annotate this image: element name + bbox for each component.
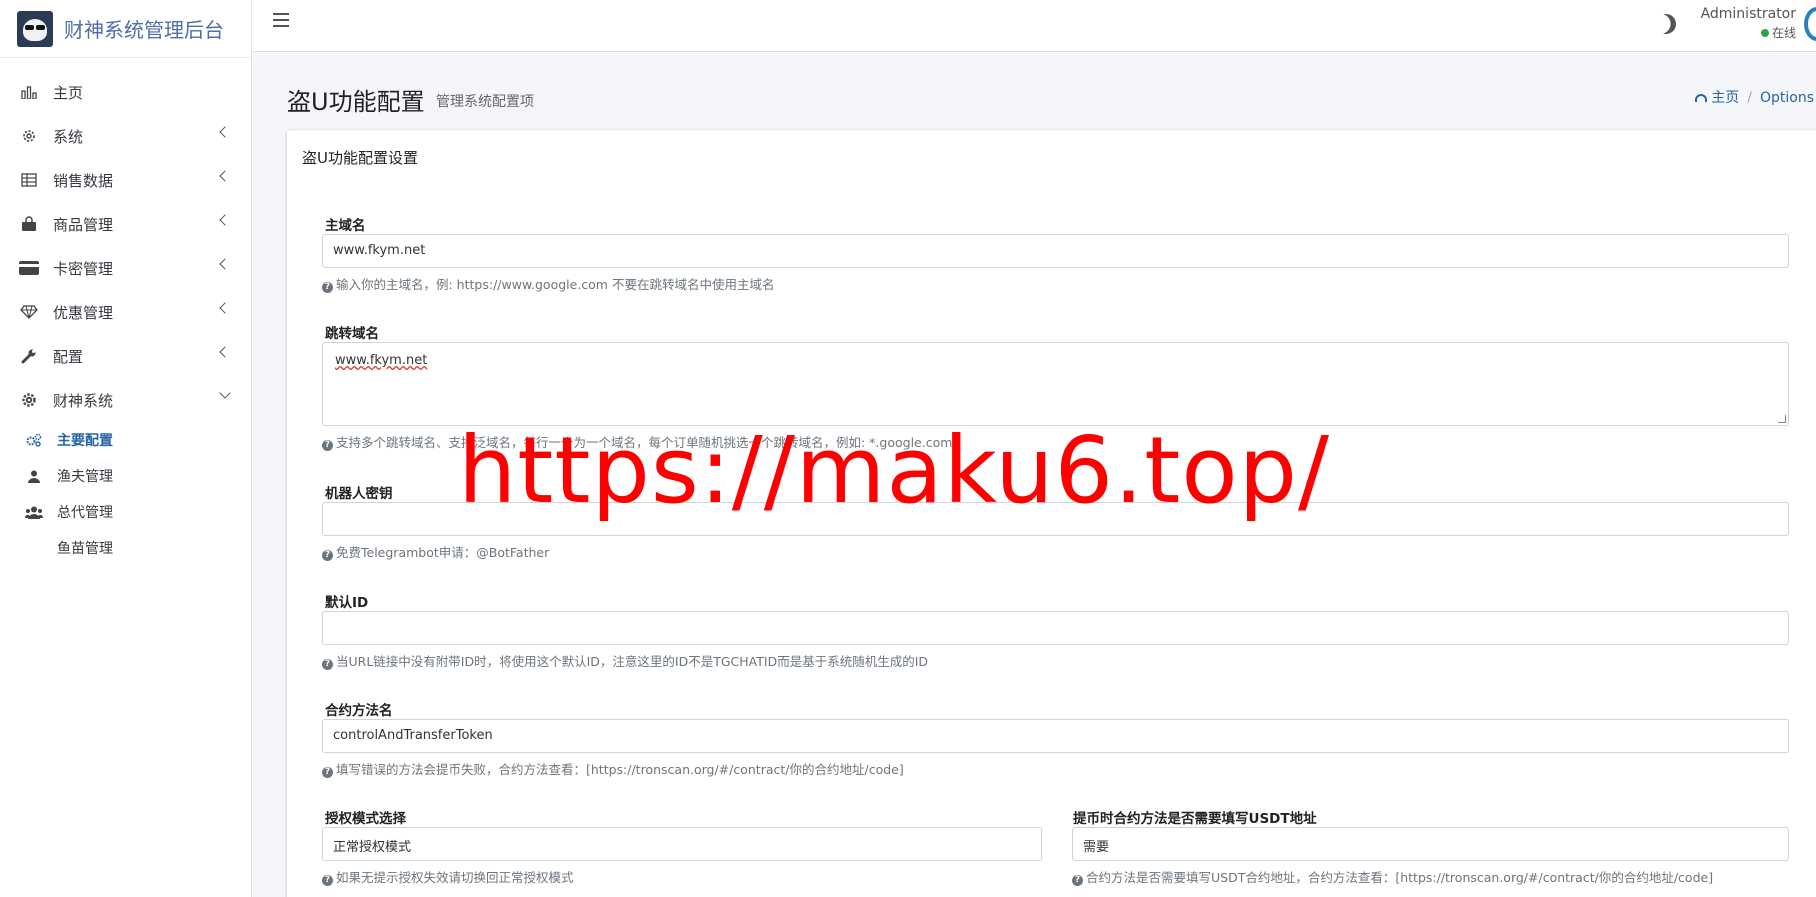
- sidebar-subitem-label: 渔夫管理: [57, 469, 113, 485]
- wrench-icon: [19, 346, 39, 366]
- need-usdt-select[interactable]: 需要: [1072, 827, 1789, 861]
- page-subtitle: 管理系统配置项: [436, 94, 534, 110]
- sidebar-item-label: 商品管理: [53, 215, 114, 234]
- breadcrumb: 主页 / Options: [1695, 87, 1814, 107]
- user-status: 在线: [1701, 24, 1796, 41]
- user-name: Administrator: [1700, 6, 1796, 22]
- dark-mode-toggle-icon[interactable]: [1653, 11, 1679, 37]
- brand-logo: [17, 10, 53, 47]
- jump-domain-label: 跳转域名: [325, 326, 379, 342]
- sidebar-subitem-agents[interactable]: 总代管理: [0, 494, 251, 530]
- main-domain-help: ? 输入你的主域名，例: https://www.google.com 不要在跳转…: [322, 274, 774, 293]
- sidebar-subitem-fry[interactable]: 鱼苗管理: [0, 530, 251, 566]
- breadcrumb-current: Options: [1759, 90, 1814, 106]
- online-dot-icon: [1760, 29, 1769, 37]
- sidebar-item-discounts[interactable]: 优惠管理: [0, 290, 251, 334]
- main-domain-input[interactable]: www.fkym.net: [322, 234, 1789, 268]
- user-panel[interactable]: Administrator 在线: [1701, 6, 1796, 41]
- sidebar-subitem-main-config[interactable]: 主要配置: [0, 422, 251, 458]
- topbar: Administrator 在线: [252, 0, 1816, 52]
- sidebar: 财神系统管理后台 主页 系统 销售数据 商品管理 卡密管理 优惠管理 配置 财神…: [0, 0, 252, 897]
- chevron-left-icon: [219, 258, 231, 270]
- sidebar-subitem-label: 总代管理: [57, 505, 113, 521]
- brand-link[interactable]: 财神系统管理后台: [0, 0, 251, 58]
- sidebar-item-home[interactable]: 主页: [0, 70, 251, 114]
- need-usdt-label: 提币时合约方法是否需要填写USDT地址: [1073, 811, 1317, 827]
- sidebar-item-products[interactable]: 商品管理: [0, 202, 251, 246]
- sidebar-item-sales[interactable]: 销售数据: [0, 158, 251, 202]
- resize-handle[interactable]: [1778, 415, 1786, 423]
- chevron-left-icon: [219, 126, 231, 138]
- sidebar-item-label: 卡密管理: [53, 259, 114, 278]
- sidebar-item-cards[interactable]: 卡密管理: [0, 246, 251, 290]
- chevron-left-icon: [219, 302, 231, 314]
- sidebar-item-label: 财神系统: [53, 391, 114, 410]
- default-id-input[interactable]: [322, 611, 1789, 645]
- cog-icon: [19, 390, 39, 410]
- chevron-left-icon: [219, 214, 231, 226]
- diamond-icon: [19, 302, 39, 322]
- jump-domain-help: ? 支持多个跳转域名、支持泛域名，每行一个为一个域名，每个订单随机挑选一个跳转域名…: [322, 432, 952, 451]
- contract-method-input[interactable]: controlAndTransferToken: [322, 719, 1789, 753]
- main-domain-label: 主域名: [325, 218, 366, 234]
- sidebar-nav: 主页 系统 销售数据 商品管理 卡密管理 优惠管理 配置 财神系统 主要配置 渔…: [0, 58, 251, 566]
- cogs-icon: [25, 433, 43, 447]
- sidebar-item-system[interactable]: 系统: [0, 114, 251, 158]
- menu-toggle-icon[interactable]: [273, 13, 289, 27]
- need-usdt-help: ? 合约方法是否需要填写USDT合约地址，合约方法查看：[https://tron…: [1072, 867, 1713, 886]
- auth-mode-label: 授权模式选择: [325, 811, 406, 827]
- question-circle-icon: ?: [322, 440, 333, 451]
- chevron-left-icon: [219, 170, 231, 182]
- dashboard-icon: [1695, 94, 1708, 102]
- contract-method-help: ? 填写错误的方法会提币失败，合约方法查看：[https://tronscan.o…: [322, 759, 904, 778]
- default-id-help: ? 当URL链接中没有附带ID时，将使用这个默认ID，注意这里的ID不是TGCHA…: [322, 651, 928, 670]
- sidebar-item-caishen[interactable]: 财神系统: [0, 378, 251, 422]
- config-card: 盗U功能配置设置 主域名 www.fkym.net ? 输入你的主域名，例: ht…: [287, 130, 1816, 897]
- sidebar-subitem-label: 鱼苗管理: [57, 541, 113, 557]
- jump-domain-textarea[interactable]: www.fkym.net: [322, 342, 1789, 426]
- bot-key-help: ? 免费Telegrambot申请：@BotFather: [322, 542, 549, 561]
- table-icon: [19, 170, 39, 190]
- auth-mode-select[interactable]: 正常授权模式: [322, 827, 1042, 861]
- sidebar-item-label: 主页: [53, 83, 84, 102]
- credit-card-icon: [19, 258, 39, 278]
- shopping-bag-icon: [19, 214, 39, 234]
- sidebar-item-label: 优惠管理: [53, 303, 114, 322]
- question-circle-icon: ?: [322, 875, 333, 886]
- question-circle-icon: ?: [322, 767, 333, 778]
- chevron-left-icon: [219, 346, 231, 358]
- users-icon: [25, 506, 43, 519]
- question-circle-icon: ?: [322, 282, 333, 293]
- bar-chart-icon: [19, 82, 39, 102]
- card-title: 盗U功能配置设置: [302, 149, 418, 167]
- sidebar-item-label: 系统: [53, 127, 84, 146]
- gear-icon: [19, 126, 39, 146]
- avatar[interactable]: [1804, 7, 1816, 41]
- question-circle-icon: ?: [322, 550, 333, 561]
- bot-key-input[interactable]: [322, 502, 1789, 536]
- question-circle-icon: ?: [1072, 875, 1083, 886]
- sidebar-subitem-label: 主要配置: [57, 433, 113, 449]
- contract-method-label: 合约方法名: [325, 703, 393, 719]
- brand-title: 财神系统管理后台: [64, 18, 224, 42]
- sidebar-item-label: 销售数据: [53, 171, 114, 190]
- sidebar-item-label: 配置: [53, 347, 84, 366]
- user-icon: [25, 470, 43, 483]
- bot-key-label: 机器人密钥: [325, 486, 393, 502]
- sidebar-subitem-fishermen[interactable]: 渔夫管理: [0, 458, 251, 494]
- breadcrumb-home-link[interactable]: 主页: [1711, 90, 1739, 106]
- chevron-down-icon: [219, 387, 231, 399]
- page-title: 盗U功能配置: [287, 88, 425, 116]
- auth-mode-help: ? 如果无提示授权失效请切换回正常授权模式: [322, 867, 574, 886]
- default-id-label: 默认ID: [325, 595, 369, 611]
- question-circle-icon: ?: [322, 659, 333, 670]
- sidebar-item-config[interactable]: 配置: [0, 334, 251, 378]
